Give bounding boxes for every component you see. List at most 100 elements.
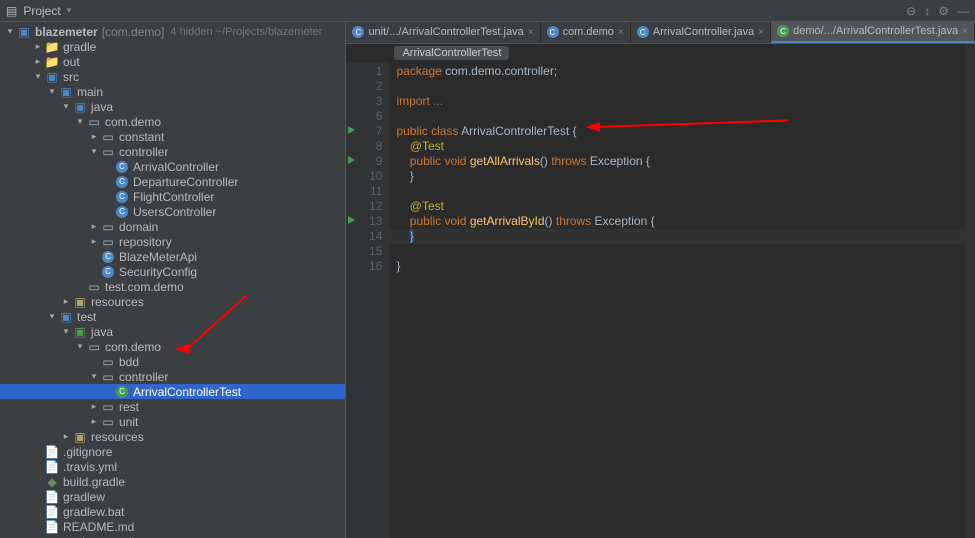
code-line[interactable]: import ... <box>390 94 975 109</box>
close-icon[interactable]: × <box>758 27 764 38</box>
tree-label: resources <box>91 430 144 444</box>
code-line[interactable] <box>390 244 975 259</box>
code-line[interactable] <box>390 109 975 124</box>
tree-item-controller[interactable]: ▾▭controller <box>0 144 345 159</box>
code-line[interactable]: @Test <box>390 199 975 214</box>
tree-item-gradlew[interactable]: 📄gradlew <box>0 489 345 504</box>
tree-item-gradlew-bat[interactable]: 📄gradlew.bat <box>0 504 345 519</box>
tree-item--gitignore[interactable]: 📄.gitignore <box>0 444 345 459</box>
code-line[interactable]: public class ArrivalControllerTest { <box>390 124 975 139</box>
scrollbar-vertical[interactable] <box>965 44 975 538</box>
close-icon[interactable]: × <box>528 27 534 38</box>
expand-icon[interactable]: ▸ <box>60 296 72 307</box>
editor-tab[interactable]: Cdemo/.../ArrivalControllerTest.java× <box>771 22 975 43</box>
tree-item-main[interactable]: ▾▣main <box>0 84 345 99</box>
run-gutter-icon[interactable] <box>348 126 355 134</box>
tree-item-blazemeterapi[interactable]: CBlazeMeterApi <box>0 249 345 264</box>
code-line[interactable]: } <box>390 259 975 274</box>
close-icon[interactable]: × <box>618 27 624 38</box>
expand-icon[interactable]: ▸ <box>88 131 100 142</box>
expand-icon[interactable]: ▾ <box>88 146 100 157</box>
tree-item-gradle[interactable]: ▸📁gradle <box>0 39 345 54</box>
expand-icon[interactable]: ▸ <box>32 41 44 52</box>
code-line[interactable]: @Test <box>390 139 975 154</box>
code-line[interactable]: } <box>390 169 975 184</box>
expand-icon[interactable]: ▸ <box>88 416 100 427</box>
tree-item-build-gradle[interactable]: ◆build.gradle <box>0 474 345 489</box>
tree-item-java[interactable]: ▾▣java <box>0 324 345 339</box>
root-name: blazemeter <box>35 25 98 39</box>
tree-item-departurecontroller[interactable]: CDepartureController <box>0 174 345 189</box>
tree-item-userscontroller[interactable]: CUsersController <box>0 204 345 219</box>
tree-label: BlazeMeterApi <box>119 250 197 264</box>
line-number: 15 <box>346 244 382 259</box>
expand-icon[interactable]: ▾ <box>32 71 44 82</box>
tab-label: unit/.../ArrivalControllerTest.java <box>368 26 523 38</box>
code-line[interactable]: public void getArrivalById() throws Exce… <box>390 214 975 229</box>
editor-tab[interactable]: CArrivalController.java× <box>631 22 771 43</box>
tree-item-resources[interactable]: ▸▣resources <box>0 294 345 309</box>
code-line[interactable]: } <box>390 229 975 244</box>
tree-label: bdd <box>119 355 139 369</box>
tree-item-flightcontroller[interactable]: CFlightController <box>0 189 345 204</box>
tree-item-src[interactable]: ▾▣src <box>0 69 345 84</box>
editor-body[interactable]: 123678910111213141516 package com.demo.c… <box>346 62 975 538</box>
editor-tab[interactable]: Ccom.demo× <box>541 22 631 43</box>
expand-icon[interactable]: ▾ <box>88 371 100 382</box>
tree-item-com-demo[interactable]: ▾▭com.demo <box>0 339 345 354</box>
settings-icon[interactable]: ⚙ <box>938 4 949 18</box>
expand-icon[interactable]: ▾ <box>60 326 72 337</box>
code-area[interactable]: package com.demo.controller; import ... pu… <box>390 62 975 538</box>
tree-label: rest <box>119 400 139 414</box>
code-line[interactable] <box>390 79 975 94</box>
breadcrumb[interactable]: ArrivalControllerTest <box>346 44 975 62</box>
project-root-row[interactable]: ▾ ▣ blazemeter [com.demo] 4 hidden ~/Pro… <box>0 24 345 39</box>
expand-icon[interactable]: ▸ <box>88 236 100 247</box>
tree-label: DepartureController <box>133 175 238 189</box>
tree-item-arrivalcontroller[interactable]: CArrivalController <box>0 159 345 174</box>
tree-item-java[interactable]: ▾▣java <box>0 99 345 114</box>
tree-item-controller[interactable]: ▾▭controller <box>0 369 345 384</box>
collapse-all-icon[interactable]: ⊖ <box>906 4 916 18</box>
sync-icon[interactable]: ↕ <box>924 4 930 18</box>
code-line[interactable]: public void getAllArrivals() throws Exce… <box>390 154 975 169</box>
expand-icon[interactable]: ▾ <box>46 311 58 322</box>
tree-item-bdd[interactable]: ▭bdd <box>0 354 345 369</box>
dropdown-icon[interactable]: ▾ <box>67 5 72 16</box>
tree-item-constant[interactable]: ▸▭constant <box>0 129 345 144</box>
run-gutter-icon[interactable] <box>348 156 355 164</box>
expand-icon[interactable]: ▾ <box>46 86 58 97</box>
tree-item-settings-gradle[interactable]: ◆settings.gradle <box>0 534 345 538</box>
tree-item-arrivalcontrollertest[interactable]: CArrivalControllerTest <box>0 384 345 399</box>
run-gutter-icon[interactable] <box>348 216 355 224</box>
expand-icon[interactable]: ▸ <box>60 431 72 442</box>
tree-item-rest[interactable]: ▸▭rest <box>0 399 345 414</box>
tree-item-unit[interactable]: ▸▭unit <box>0 414 345 429</box>
project-tree-panel[interactable]: ▾ ▣ blazemeter [com.demo] 4 hidden ~/Pro… <box>0 22 346 538</box>
tree-item-resources[interactable]: ▸▣resources <box>0 429 345 444</box>
expand-icon[interactable]: ▾ <box>74 341 86 352</box>
code-line[interactable] <box>390 184 975 199</box>
breadcrumb-item[interactable]: ArrivalControllerTest <box>394 46 509 60</box>
close-icon[interactable]: × <box>962 26 968 37</box>
tree-item-readme-md[interactable]: 📄README.md <box>0 519 345 534</box>
expand-icon[interactable]: ▸ <box>88 221 100 232</box>
tree-label: controller <box>119 145 168 159</box>
tree-item-domain[interactable]: ▸▭domain <box>0 219 345 234</box>
tree-item-out[interactable]: ▸📁out <box>0 54 345 69</box>
tree-item-test-com-demo[interactable]: ▭test.com.demo <box>0 279 345 294</box>
editor-tab[interactable]: Cunit/.../ArrivalControllerTest.java× <box>346 22 540 43</box>
tree-item-com-demo[interactable]: ▾▭com.demo <box>0 114 345 129</box>
tree-item-repository[interactable]: ▸▭repository <box>0 234 345 249</box>
expand-icon[interactable]: ▸ <box>88 401 100 412</box>
expand-icon[interactable]: ▾ <box>60 101 72 112</box>
tree-label: com.demo <box>105 340 161 354</box>
tree-item-test[interactable]: ▾▣test <box>0 309 345 324</box>
tree-item--travis-yml[interactable]: 📄.travis.yml <box>0 459 345 474</box>
hide-panel-icon[interactable]: — <box>957 4 969 18</box>
expand-icon[interactable]: ▸ <box>32 56 44 67</box>
code-line[interactable]: package com.demo.controller; <box>390 64 975 79</box>
expand-icon[interactable]: ▾ <box>74 116 86 127</box>
tree-item-securityconfig[interactable]: CSecurityConfig <box>0 264 345 279</box>
expand-icon[interactable]: ▾ <box>4 26 16 37</box>
